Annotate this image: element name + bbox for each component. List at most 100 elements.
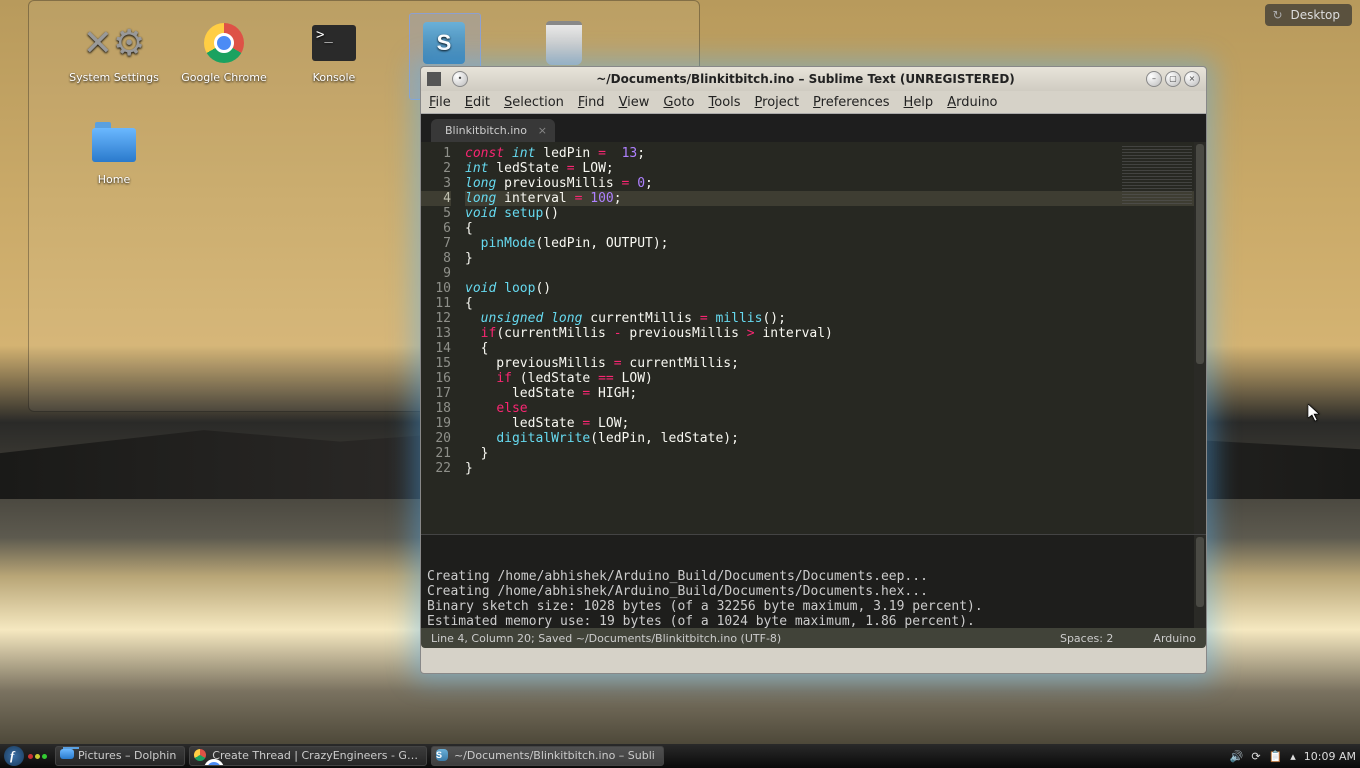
menu-find[interactable]: Find xyxy=(578,95,605,110)
clock[interactable]: 10:09 AM xyxy=(1304,750,1356,763)
code-line[interactable]: if (ledState == LOW) xyxy=(465,371,1206,386)
code-line[interactable]: { xyxy=(465,341,1206,356)
code-line[interactable]: ledState = HIGH; xyxy=(465,386,1206,401)
menu-file[interactable]: File xyxy=(429,95,451,110)
vertical-scrollbar[interactable] xyxy=(1194,142,1206,534)
sublime-icon: S xyxy=(420,19,468,67)
taskbar-entry[interactable]: Create Thread | CrazyEngineers - G… xyxy=(189,746,427,766)
taskbar-entry[interactable]: S~/Documents/Blinkitbitch.ino – Subli xyxy=(431,746,664,766)
line-number: 22 xyxy=(421,461,451,476)
app-icon xyxy=(427,72,441,86)
line-number: 1 xyxy=(421,146,451,161)
code-line[interactable]: void setup() xyxy=(465,206,1206,221)
minimize-button[interactable]: – xyxy=(1146,71,1162,87)
code-line[interactable]: unsigned long currentMillis = millis(); xyxy=(465,311,1206,326)
menu-goto[interactable]: Goto xyxy=(663,95,694,110)
menubar: File Edit Selection Find View Goto Tools Projec… xyxy=(421,91,1206,114)
desktop-icon-home[interactable]: Home xyxy=(69,121,159,186)
desktop-icon-trash[interactable] xyxy=(519,19,609,71)
file-tab[interactable]: Blinkitbitch.ino × xyxy=(431,119,555,142)
start-button[interactable] xyxy=(4,746,24,766)
line-number: 19 xyxy=(421,416,451,431)
status-indent[interactable]: Spaces: 2 xyxy=(1060,632,1113,645)
tray-expand-icon[interactable]: ▴ xyxy=(1290,750,1296,763)
tab-close-icon[interactable]: × xyxy=(538,124,547,137)
pager-dot[interactable] xyxy=(28,754,33,759)
menu-selection[interactable]: Selection xyxy=(504,95,564,110)
menu-help[interactable]: Help xyxy=(904,95,934,110)
line-number: 8 xyxy=(421,251,451,266)
code-line[interactable]: void loop() xyxy=(465,281,1206,296)
menu-project[interactable]: Project xyxy=(755,95,800,110)
taskbar-entry[interactable]: Pictures – Dolphin xyxy=(55,746,185,766)
activity-pager[interactable] xyxy=(28,754,47,759)
line-number: 12 xyxy=(421,311,451,326)
code-line[interactable]: previousMillis = currentMillis; xyxy=(465,356,1206,371)
editor-area[interactable]: 12345678910111213141516171819202122 cons… xyxy=(421,142,1206,534)
volume-icon[interactable]: 🔊 xyxy=(1230,750,1244,763)
line-number: 18 xyxy=(421,401,451,416)
line-number: 20 xyxy=(421,431,451,446)
line-number: 5 xyxy=(421,206,451,221)
code-line[interactable]: } xyxy=(465,446,1206,461)
line-number: 9 xyxy=(421,266,451,281)
folder-icon xyxy=(60,749,74,763)
trash-icon xyxy=(540,19,588,67)
code-line[interactable] xyxy=(465,266,1206,281)
desktop-wallpaper: ✕⚙ System Settings Google Chrome >_ Kons… xyxy=(0,0,1360,768)
code-line[interactable]: else xyxy=(465,401,1206,416)
status-syntax[interactable]: Arduino xyxy=(1153,632,1196,645)
minimap[interactable] xyxy=(1122,146,1192,206)
code-line[interactable]: pinMode(ledPin, OUTPUT); xyxy=(465,236,1206,251)
menu-edit[interactable]: Edit xyxy=(465,95,490,110)
maximize-button[interactable]: ▢ xyxy=(1165,71,1181,87)
menu-tools[interactable]: Tools xyxy=(709,95,741,110)
desktop-icon-chrome[interactable]: Google Chrome xyxy=(179,19,269,84)
line-number: 14 xyxy=(421,341,451,356)
menu-view[interactable]: View xyxy=(619,95,650,110)
pager-dot[interactable] xyxy=(42,754,47,759)
line-number: 11 xyxy=(421,296,451,311)
code-line[interactable]: long previousMillis = 0; xyxy=(465,176,1206,191)
code-line[interactable]: ledState = LOW; xyxy=(465,416,1206,431)
console-line: Creating /home/abhishek/Arduino_Build/Do… xyxy=(427,584,1200,599)
clipboard-icon[interactable]: 📋 xyxy=(1269,750,1283,763)
console-line: Estimated memory use: 19 bytes (of a 102… xyxy=(427,614,1200,628)
window-menu-button[interactable]: • xyxy=(452,71,468,87)
icon-label: Home xyxy=(69,173,159,186)
home-folder-icon xyxy=(90,121,138,169)
pager-dot[interactable] xyxy=(35,754,40,759)
menu-preferences[interactable]: Preferences xyxy=(813,95,889,110)
tab-bar: Blinkitbitch.ino × xyxy=(421,114,1206,142)
build-output-panel[interactable]: Creating /home/abhishek/Arduino_Build/Do… xyxy=(421,534,1206,628)
statusbar: Line 4, Column 20; Saved ~/Documents/Bli… xyxy=(421,628,1206,648)
chrome-icon xyxy=(194,749,208,763)
window-title: ~/Documents/Blinkitbitch.ino – Sublime T… xyxy=(468,72,1143,86)
desktop-icon-system-settings[interactable]: ✕⚙ System Settings xyxy=(69,19,159,84)
line-number: 4 xyxy=(421,191,451,206)
menu-arduino[interactable]: Arduino xyxy=(947,95,997,110)
desktop-icon-konsole[interactable]: >_ Konsole xyxy=(289,19,379,84)
sublime-window[interactable]: • ~/Documents/Blinkitbitch.ino – Sublime… xyxy=(420,66,1207,674)
code-line[interactable]: } xyxy=(465,461,1206,476)
icon-label: Konsole xyxy=(289,71,379,84)
taskbar: Pictures – Dolphin Create Thread | CrazyE… xyxy=(0,744,1360,768)
desktop-toolbox-button[interactable]: Desktop xyxy=(1265,4,1353,26)
network-icon[interactable]: ⟳ xyxy=(1251,750,1260,763)
code-line[interactable]: int ledState = LOW; xyxy=(465,161,1206,176)
line-number: 13 xyxy=(421,326,451,341)
code-content[interactable]: const int ledPin = 13;int ledState = LOW… xyxy=(457,142,1206,534)
code-line[interactable]: digitalWrite(ledPin, ledState); xyxy=(465,431,1206,446)
code-line[interactable]: if(currentMillis - previousMillis > inte… xyxy=(465,326,1206,341)
code-line[interactable]: const int ledPin = 13; xyxy=(465,146,1206,161)
icon-label: System Settings xyxy=(69,71,159,84)
code-line[interactable]: { xyxy=(465,296,1206,311)
console-scrollbar[interactable] xyxy=(1194,535,1206,628)
close-button[interactable]: × xyxy=(1184,71,1200,87)
code-line[interactable]: long interval = 100; xyxy=(465,191,1206,206)
code-line[interactable]: } xyxy=(465,251,1206,266)
task-label: Create Thread | CrazyEngineers - G… xyxy=(212,749,418,762)
titlebar[interactable]: • ~/Documents/Blinkitbitch.ino – Sublime… xyxy=(421,67,1206,91)
line-number: 10 xyxy=(421,281,451,296)
code-line[interactable]: { xyxy=(465,221,1206,236)
